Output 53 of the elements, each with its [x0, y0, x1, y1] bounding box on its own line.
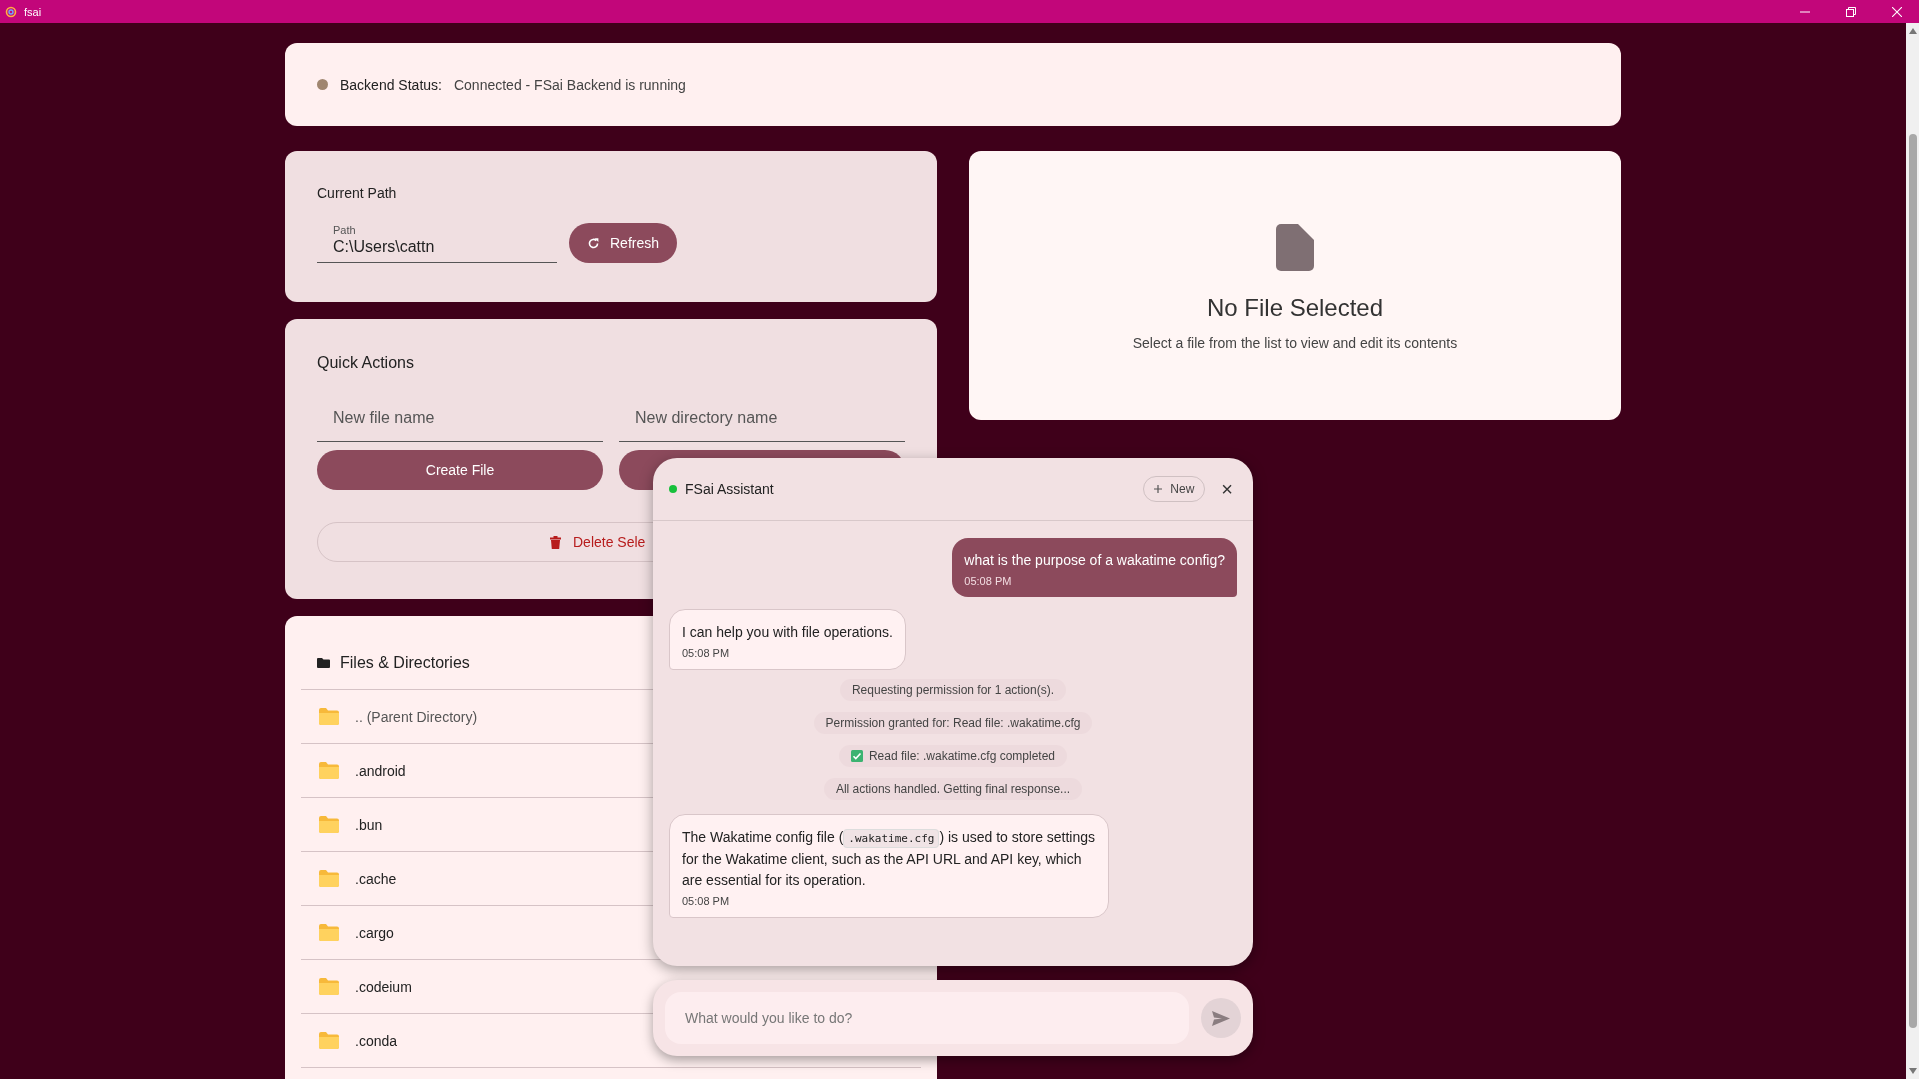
window-title: fsai: [24, 5, 42, 18]
folder-icon: [319, 978, 339, 995]
scroll-up-icon[interactable]: [1908, 28, 1917, 34]
file-name: .conda: [355, 1032, 398, 1049]
create-file-button[interactable]: Create File: [317, 450, 603, 490]
user-message: what is the purpose of a wakatime config? 05:08 PM: [952, 538, 1237, 597]
folder-icon: [319, 924, 339, 941]
scrollbar-thumb[interactable]: [1908, 134, 1917, 1028]
refresh-button[interactable]: Refresh: [569, 223, 678, 263]
scrollbar[interactable]: [1906, 23, 1919, 1079]
file-name: .cargo: [355, 924, 394, 941]
file-name: .android: [355, 762, 406, 779]
status-message: All actions handled. Getting final response...: [823, 778, 1083, 800]
folder-icon: [319, 708, 339, 725]
status-message: Requesting permission for 1 action(s).: [839, 679, 1067, 701]
assistant-message: The Wakatime config file ( .wakatime.cfg ) is used to store settings for the Wakatime client, such as the API URL and API key, which are essential for its operation. 05:08 PM: [669, 814, 1109, 918]
status-message: Permission granted for: Read file: .wakatime.cfg: [813, 712, 1093, 734]
send-button[interactable]: [1201, 998, 1241, 1038]
plus-icon: [1154, 485, 1163, 493]
status-dot: [317, 79, 328, 90]
app-logo-icon: [5, 5, 17, 18]
card-title: Quick Actions: [317, 354, 415, 372]
preview-title: No File Selected: [1206, 294, 1384, 322]
file-name: .. (Parent Directory): [355, 708, 478, 725]
status-message: Read file: .wakatime.cfg completed: [838, 745, 1068, 767]
folder-icon: [319, 870, 339, 887]
file-name: .cache: [355, 870, 397, 887]
card-title: Files & Directories: [340, 654, 470, 672]
trash-icon: [550, 535, 561, 549]
directory-name-field[interactable]: New directory name: [619, 394, 905, 442]
folder-icon: [319, 816, 339, 833]
file-icon: [1276, 224, 1314, 271]
file-name-field[interactable]: New file name: [317, 394, 603, 442]
file-name: .codeium: [355, 978, 412, 995]
status-label: Backend Status:: [340, 76, 442, 93]
close-icon[interactable]: [1892, 6, 1902, 17]
assistant-title: FSai Assistant: [685, 481, 774, 497]
path-field[interactable]: Path C:\Users\cattn: [317, 223, 557, 263]
restore-icon[interactable]: [1846, 6, 1856, 17]
folder-icon: [319, 762, 339, 779]
message-field[interactable]: What would you like to do?: [665, 992, 1189, 1044]
checkbox-checked-icon: [850, 750, 863, 762]
refresh-icon: [587, 236, 600, 250]
status-text: Connected - FSai Backend is running: [453, 76, 686, 93]
card-title: Current Path: [317, 185, 398, 201]
file-name: .bun: [355, 816, 383, 833]
assistant-message: I can help you with file operations. 05:08 PM: [669, 609, 906, 670]
folder-icon: [317, 658, 330, 668]
folder-icon: [319, 1032, 339, 1049]
preview-hint: Select a file from the list to view and edit its contents: [1132, 335, 1458, 351]
send-icon: [1212, 1010, 1230, 1026]
close-button[interactable]: ×: [1217, 477, 1237, 501]
scroll-down-icon[interactable]: [1908, 1068, 1917, 1074]
